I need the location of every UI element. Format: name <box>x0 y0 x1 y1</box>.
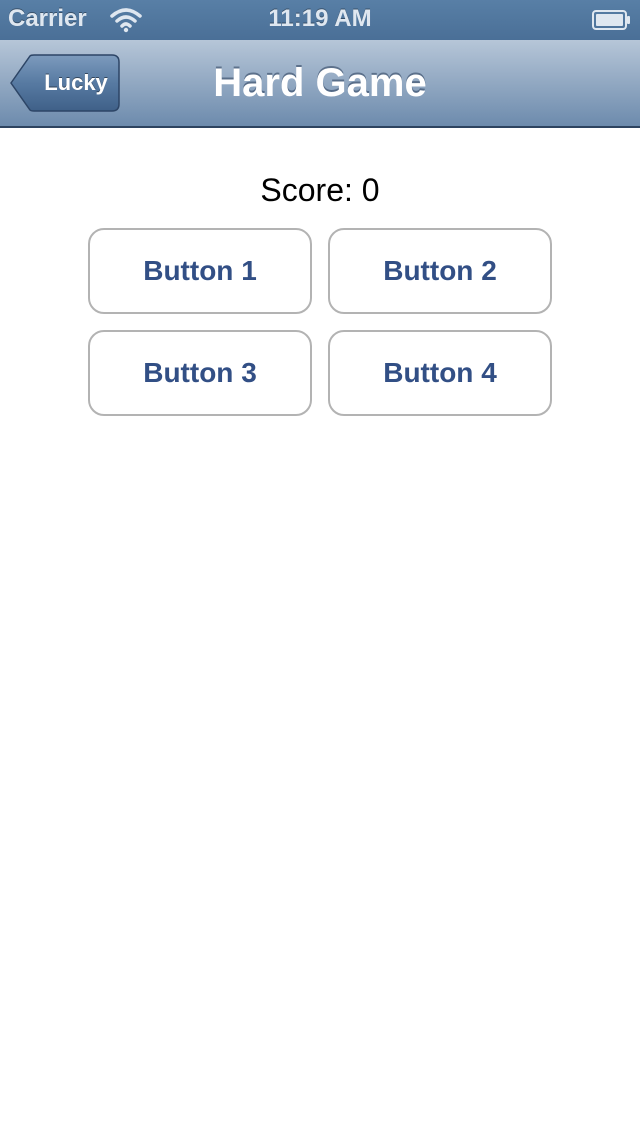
clock-label: 11:19 AM <box>268 5 372 32</box>
score-label: Score: 0 <box>260 172 380 208</box>
status-bar: Carrier 11:19 AM <box>0 0 640 40</box>
battery-icon <box>592 9 632 31</box>
back-button-label: Lucky <box>44 70 108 95</box>
page-title: Hard Game <box>213 61 427 105</box>
navigation-bar: Lucky Hard Game <box>0 40 640 128</box>
game-button-4[interactable]: Button 4 <box>328 330 552 416</box>
back-button[interactable]: Lucky <box>10 54 120 112</box>
game-button-1[interactable]: Button 1 <box>88 228 312 314</box>
game-button-3[interactable]: Button 3 <box>88 330 312 416</box>
game-button-2[interactable]: Button 2 <box>328 228 552 314</box>
app-screen: Carrier 11:19 AM Lucky Hard Game Score: … <box>0 0 640 1136</box>
